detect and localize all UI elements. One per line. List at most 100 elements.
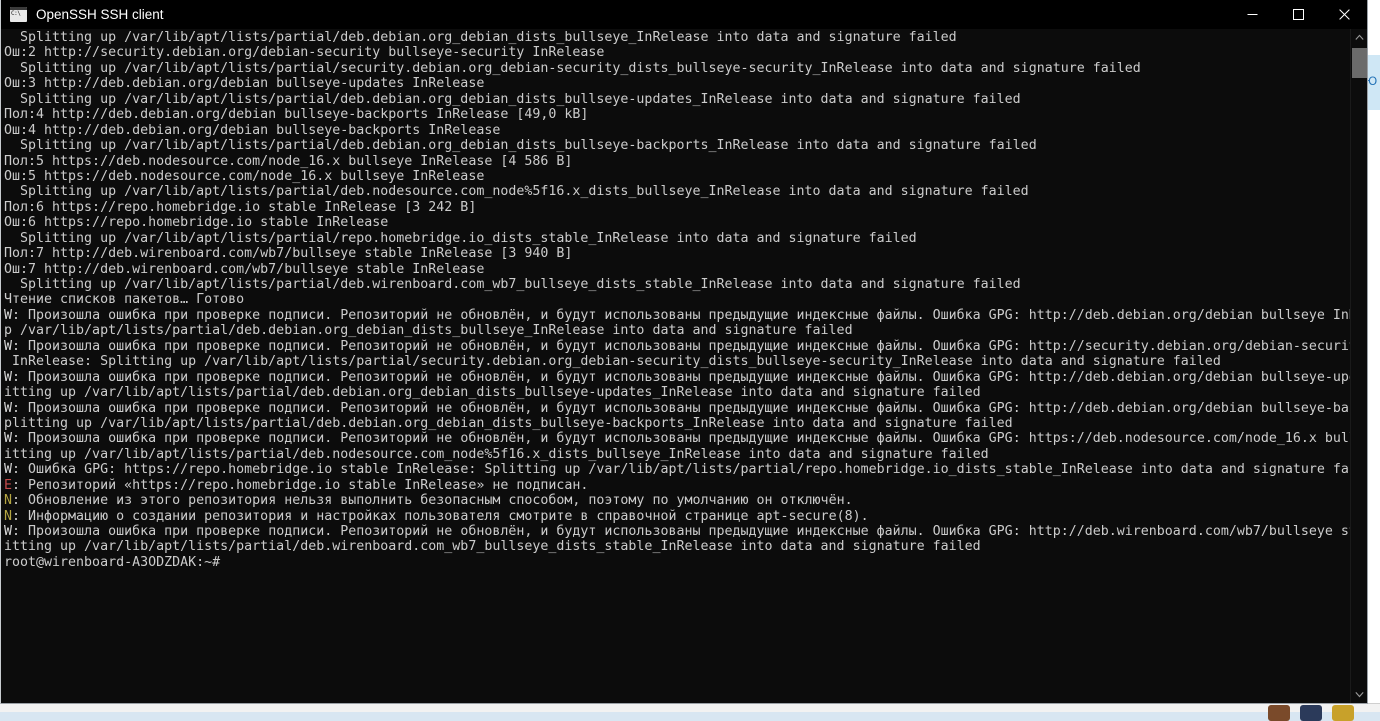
terminal-text-segment: : Произошла ошибка при проверке подписи.… xyxy=(12,431,1350,446)
terminal-text-segment: W xyxy=(4,431,12,446)
terminal-text-segment: : Произошла ошибка при проверке подписи.… xyxy=(12,401,1350,416)
taskbar-icon[interactable] xyxy=(1268,705,1290,721)
minimize-icon xyxy=(1247,9,1258,20)
close-button[interactable] xyxy=(1321,0,1367,29)
minimize-button[interactable] xyxy=(1229,0,1275,29)
terminal-screen[interactable]: Splitting up /var/lib/apt/lists/partial/… xyxy=(1,29,1350,703)
terminal-line: p /var/lib/apt/lists/partial/deb.debian.… xyxy=(4,323,1350,338)
window-controls xyxy=(1229,0,1367,29)
terminal-line: Ош:5 https://deb.nodesource.com/node_16.… xyxy=(4,169,1350,184)
terminal-line: InRelease: Splitting up /var/lib/apt/lis… xyxy=(4,354,1350,369)
terminal-line: Ош:4 http://deb.debian.org/debian bullse… xyxy=(4,123,1350,138)
terminal-line: W: Произошла ошибка при проверке подписи… xyxy=(4,370,1350,385)
terminal-line: itting up /var/lib/apt/lists/partial/deb… xyxy=(4,385,1350,400)
scroll-down-arrow[interactable] xyxy=(1351,686,1368,703)
terminal-line: E: Репозиторий «https://repo.homebridge.… xyxy=(4,478,1350,493)
terminal-text-segment: : Репозиторий «https://repo.homebridge.i… xyxy=(12,478,588,493)
terminal-line: Пол:7 http://deb.wirenboard.com/wb7/bull… xyxy=(4,246,1350,261)
terminal-text-segment: Пол:7 http://deb.wirenboard.com/wb7/bull… xyxy=(4,246,572,261)
terminal-text-segment: : Информацию о создании репозитория и на… xyxy=(12,509,869,524)
terminal-text-segment: Ош:3 http://deb.debian.org/debian bullse… xyxy=(4,76,484,91)
console-icon-label: C:\ xyxy=(11,10,20,17)
terminal-text-segment: N xyxy=(4,509,12,524)
terminal-text-segment: Splitting up /var/lib/apt/lists/partial/… xyxy=(4,92,1021,107)
ssh-client-window: C:\ OpenSSH SSH client xyxy=(0,0,1368,704)
terminal-line: N: Обновление из этого репозитория нельз… xyxy=(4,493,1350,508)
close-icon xyxy=(1339,9,1350,20)
terminal-line: plitting up /var/lib/apt/lists/partial/d… xyxy=(4,416,1350,431)
terminal-line: W: Произошла ошибка при проверке подписи… xyxy=(4,339,1350,354)
terminal-line: Ош:6 https://repo.homebridge.io stable I… xyxy=(4,215,1350,230)
terminal-text-segment: Пол:6 https://repo.homebridge.io stable … xyxy=(4,200,476,215)
terminal-text-segment: Ош:4 http://deb.debian.org/debian bullse… xyxy=(4,123,500,138)
maximize-icon xyxy=(1293,9,1304,20)
terminal-area: Splitting up /var/lib/apt/lists/partial/… xyxy=(1,29,1367,703)
scroll-up-arrow[interactable] xyxy=(1351,29,1368,46)
terminal-line: Splitting up /var/lib/apt/lists/partial/… xyxy=(4,30,1350,45)
scrollbar-track[interactable] xyxy=(1351,46,1368,686)
terminal-output: Splitting up /var/lib/apt/lists/partial/… xyxy=(4,29,1350,570)
terminal-text-segment: itting up /var/lib/apt/lists/partial/deb… xyxy=(4,447,989,462)
terminal-line: itting up /var/lib/apt/lists/partial/deb… xyxy=(4,447,1350,462)
terminal-text-segment: : Произошла ошибка при проверке подписи.… xyxy=(12,308,1350,323)
terminal-text-segment: W xyxy=(4,370,12,385)
taskbar-icon[interactable] xyxy=(1300,705,1322,721)
terminal-text-segment: : Ошибка GPG: https://repo.homebridge.io… xyxy=(12,462,1350,477)
terminal-line: Splitting up /var/lib/apt/lists/partial/… xyxy=(4,138,1350,153)
terminal-text-segment: W xyxy=(4,308,12,323)
terminal-line: W: Ошибка GPG: https://repo.homebridge.i… xyxy=(4,462,1350,477)
terminal-text-segment: root@wirenboard-A3ODZDAK:~# xyxy=(4,555,220,570)
terminal-text-segment: Пол:4 http://deb.debian.org/debian bulls… xyxy=(4,107,588,122)
terminal-text-segment: Ош:7 http://deb.wirenboard.com/wb7/bulls… xyxy=(4,262,484,277)
terminal-line: W: Произошла ошибка при проверке подписи… xyxy=(4,431,1350,446)
terminal-line: Ош:2 http://security.debian.org/debian-s… xyxy=(4,45,1350,60)
terminal-line: Splitting up /var/lib/apt/lists/partial/… xyxy=(4,231,1350,246)
terminal-line: Ош:7 http://deb.wirenboard.com/wb7/bulls… xyxy=(4,262,1350,277)
terminal-text-segment: : Произошла ошибка при проверке подписи.… xyxy=(12,370,1350,385)
terminal-text-segment: Splitting up /var/lib/apt/lists/partial/… xyxy=(4,184,1029,199)
terminal-text-segment: Splitting up /var/lib/apt/lists/partial/… xyxy=(4,30,957,45)
terminal-text-segment: Splitting up /var/lib/apt/lists/partial/… xyxy=(4,277,1021,292)
terminal-line: Пол:4 http://deb.debian.org/debian bulls… xyxy=(4,107,1350,122)
terminal-text-segment: Splitting up /var/lib/apt/lists/partial/… xyxy=(4,138,1037,153)
terminal-text-segment: W xyxy=(4,524,12,539)
terminal-text-segment: itting up /var/lib/apt/lists/partial/deb… xyxy=(4,539,981,554)
terminal-line: Splitting up /var/lib/apt/lists/partial/… xyxy=(4,184,1350,199)
terminal-text-segment: plitting up /var/lib/apt/lists/partial/d… xyxy=(4,416,1013,431)
terminal-line: Splitting up /var/lib/apt/lists/partial/… xyxy=(4,277,1350,292)
terminal-line: root@wirenboard-A3ODZDAK:~# xyxy=(4,555,1350,570)
terminal-text-segment: W xyxy=(4,401,12,416)
terminal-text-segment: Ош:6 https://repo.homebridge.io stable I… xyxy=(4,215,388,230)
taskbar-icon[interactable] xyxy=(1332,705,1354,721)
terminal-text-segment: p /var/lib/apt/lists/partial/deb.debian.… xyxy=(4,323,853,338)
terminal-line: itting up /var/lib/apt/lists/partial/deb… xyxy=(4,539,1350,554)
terminal-text-segment: E xyxy=(4,478,12,493)
window-title: OpenSSH SSH client xyxy=(36,7,164,22)
terminal-text-segment: : Произошла ошибка при проверке подписи.… xyxy=(12,339,1350,354)
terminal-text-segment: Ош:2 http://security.debian.org/debian-s… xyxy=(4,45,604,60)
maximize-button[interactable] xyxy=(1275,0,1321,29)
terminal-line: Пол:5 https://deb.nodesource.com/node_16… xyxy=(4,154,1350,169)
terminal-text-segment: W xyxy=(4,462,12,477)
terminal-text-segment: N xyxy=(4,493,12,508)
terminal-line: Splitting up /var/lib/apt/lists/partial/… xyxy=(4,92,1350,107)
terminal-line: W: Произошла ошибка при проверке подписи… xyxy=(4,524,1350,539)
terminal-scrollbar[interactable] xyxy=(1350,29,1367,703)
scrollbar-thumb[interactable] xyxy=(1352,48,1367,78)
taskbar-strip xyxy=(0,703,1380,712)
terminal-line: W: Произошла ошибка при проверке подписи… xyxy=(4,401,1350,416)
terminal-text-segment: Чтение списков пакетов… Готово xyxy=(4,292,244,307)
terminal-text-segment: Splitting up /var/lib/apt/lists/partial/… xyxy=(4,231,917,246)
terminal-text-segment: Пол:5 https://deb.nodesource.com/node_16… xyxy=(4,154,572,169)
terminal-line: Чтение списков пакетов… Готово xyxy=(4,292,1350,307)
terminal-text-segment: InRelease: Splitting up /var/lib/apt/lis… xyxy=(4,354,1221,369)
terminal-text-segment: Ош:5 https://deb.nodesource.com/node_16.… xyxy=(4,169,484,184)
terminal-line: W: Произошла ошибка при проверке подписи… xyxy=(4,308,1350,323)
terminal-text-segment: W xyxy=(4,339,12,354)
terminal-text-segment: : Обновление из этого репозитория нельзя… xyxy=(12,493,853,508)
terminal-line: Пол:6 https://repo.homebridge.io stable … xyxy=(4,200,1350,215)
terminal-text-segment: itting up /var/lib/apt/lists/partial/deb… xyxy=(4,385,981,400)
window-titlebar[interactable]: C:\ OpenSSH SSH client xyxy=(1,0,1367,29)
terminal-line: Splitting up /var/lib/apt/lists/partial/… xyxy=(4,61,1350,76)
terminal-line: N: Информацию о создании репозитория и н… xyxy=(4,509,1350,524)
